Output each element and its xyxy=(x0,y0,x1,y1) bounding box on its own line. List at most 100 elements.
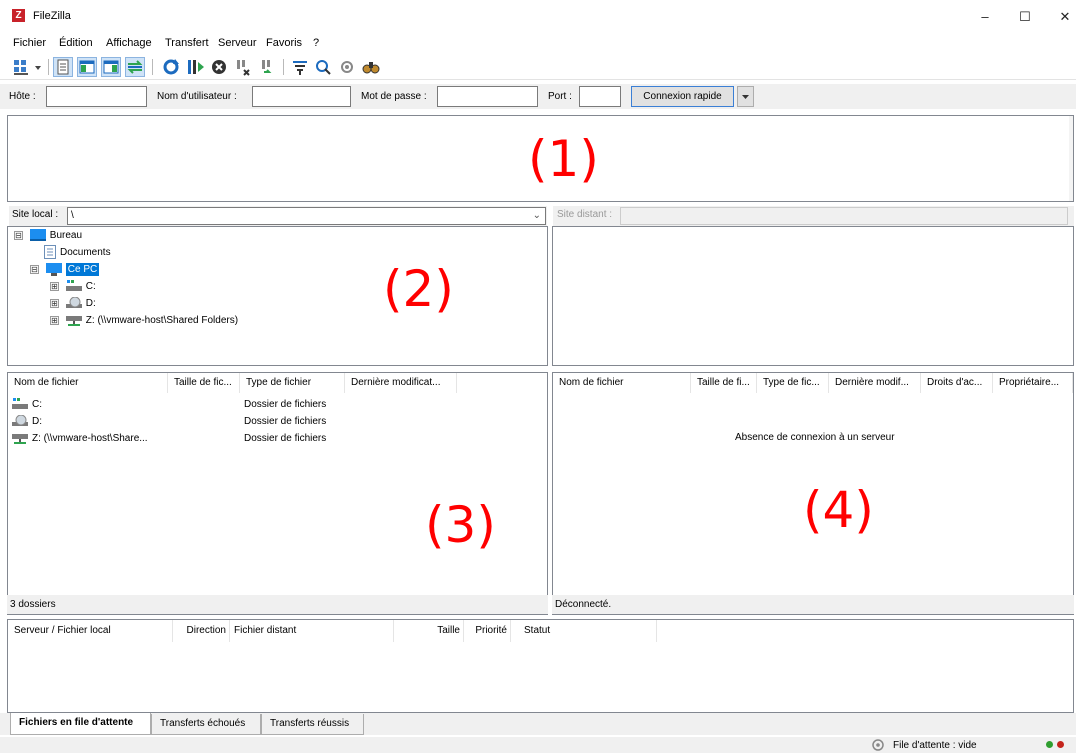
not-connected-message: Absence de connexion à un serveur xyxy=(735,432,895,443)
menu-fichier[interactable]: Fichier xyxy=(13,37,46,49)
queue-column-status[interactable]: Statut xyxy=(511,620,657,642)
queue-column-remote-file[interactable]: Fichier distant xyxy=(230,620,394,642)
file-name: D: xyxy=(32,416,42,427)
file-name: Z: (\\vmware-host\Share... xyxy=(32,433,148,444)
quickconnect-history-dropdown[interactable] xyxy=(737,86,754,107)
queue-column-priority[interactable]: Priorité xyxy=(464,620,511,642)
tree-item-documents[interactable]: Documents xyxy=(44,245,111,261)
tree-item-bureau[interactable]: ⊟ Bureau xyxy=(14,228,82,244)
directory-filter-icon[interactable] xyxy=(290,57,310,77)
port-label: Port : xyxy=(548,91,572,102)
annotation-4: (4) xyxy=(803,481,874,539)
local-path-combo[interactable]: \ ⌄ xyxy=(67,207,546,225)
toolbar-separator xyxy=(48,59,49,75)
local-tree-panel[interactable]: ⊟ Bureau Documents ⊟ Ce PC ⊞ C: ⊞ D: ⊞ Z… xyxy=(7,226,548,366)
remote-tree-panel[interactable] xyxy=(552,226,1074,366)
window-title: FileZilla xyxy=(33,10,71,22)
network-drive-icon xyxy=(65,316,82,327)
column-header-modified[interactable]: Dernière modif... xyxy=(829,373,921,393)
queue-column-size[interactable]: Taille xyxy=(394,620,464,642)
quickconnect-bar: Hôte : Nom d'utilisateur : Mot de passe … xyxy=(0,84,1076,109)
minimize-button[interactable]: – xyxy=(965,6,1005,28)
tree-item-label: Documents xyxy=(60,247,111,258)
menu-affichage[interactable]: Affichage xyxy=(106,37,152,49)
file-name: C: xyxy=(32,399,42,410)
reconnect-icon[interactable] xyxy=(257,57,277,77)
file-row[interactable]: D: xyxy=(12,413,42,430)
tree-item-label: Z: (\\vmware-host\Shared Folders) xyxy=(85,315,239,326)
menu-bar: Fichier Édition Affichage Transfert Serv… xyxy=(0,37,1076,53)
disconnect-icon[interactable] xyxy=(233,57,253,77)
column-header-type[interactable]: Type de fichier xyxy=(240,373,345,393)
maximize-button[interactable]: ☐ xyxy=(1005,6,1045,28)
expand-icon[interactable]: ⊞ xyxy=(50,281,59,291)
chevron-down-icon[interactable]: ⌄ xyxy=(533,208,541,224)
queue-column-direction[interactable]: Direction xyxy=(173,620,230,642)
cancel-icon[interactable] xyxy=(209,57,229,77)
expand-icon[interactable]: ⊞ xyxy=(50,315,59,325)
username-label: Nom d'utilisateur : xyxy=(157,91,237,102)
sync-browse-icon[interactable] xyxy=(337,57,357,77)
column-header-owner[interactable]: Propriétaire... xyxy=(993,373,1073,393)
collapse-icon[interactable]: ⊟ xyxy=(30,264,39,274)
tab-successful-transfers[interactable]: Transferts réussis xyxy=(261,714,364,735)
local-status-strip: 3 dossiers xyxy=(7,595,548,614)
menu-serveur[interactable]: Serveur xyxy=(218,37,257,49)
drive-c-icon xyxy=(12,398,28,410)
transfer-queue[interactable]: Serveur / Fichier local Direction Fichie… xyxy=(7,619,1074,713)
tree-item-drive-z[interactable]: ⊞ Z: (\\vmware-host\Shared Folders) xyxy=(50,313,238,329)
toggle-queue-icon[interactable] xyxy=(125,57,145,77)
column-header-name[interactable]: Nom de fichier xyxy=(8,373,168,393)
tree-item-drive-c[interactable]: ⊞ C: xyxy=(50,279,96,295)
network-drive-icon xyxy=(12,434,28,445)
tree-item-drive-d[interactable]: ⊞ D: xyxy=(50,296,96,312)
queue-status-text: File d'attente : vide xyxy=(893,740,977,751)
drive-c-icon xyxy=(65,280,82,292)
column-header-size[interactable]: Taille de fic... xyxy=(168,373,240,393)
cd-drive-icon xyxy=(65,297,82,309)
toggle-remote-tree-icon[interactable] xyxy=(101,57,121,77)
tab-queued-files[interactable]: Fichiers en file d'attente xyxy=(10,713,151,735)
tab-failed-transfers[interactable]: Transferts échoués xyxy=(151,714,261,735)
expand-icon[interactable]: ⊞ xyxy=(50,298,59,308)
file-row[interactable]: Z: (\\vmware-host\Share... xyxy=(12,430,148,447)
remote-site-bar: Site distant : xyxy=(553,206,1074,226)
column-header-type[interactable]: Type de fic... xyxy=(757,373,829,393)
toggle-local-tree-icon[interactable] xyxy=(77,57,97,77)
queue-column-server-local[interactable]: Serveur / Fichier local xyxy=(8,620,173,642)
file-row[interactable]: C: xyxy=(12,396,42,413)
menu-favoris[interactable]: Favoris xyxy=(266,37,302,49)
local-file-list[interactable]: Nom de fichier Taille de fic... Type de … xyxy=(7,372,548,615)
compare-directories-icon[interactable] xyxy=(313,57,333,77)
menu-edition[interactable]: Édition xyxy=(59,37,93,49)
username-input[interactable] xyxy=(252,86,351,107)
menu-help[interactable]: ? xyxy=(313,37,319,49)
menu-transfert[interactable]: Transfert xyxy=(165,37,209,49)
column-header-name[interactable]: Nom de fichier xyxy=(553,373,691,393)
search-files-icon[interactable] xyxy=(361,57,381,77)
tree-item-label: C: xyxy=(85,281,96,292)
host-input[interactable] xyxy=(46,86,147,107)
status-bar: File d'attente : vide xyxy=(0,737,1076,753)
password-input[interactable] xyxy=(437,86,538,107)
annotation-2: (2) xyxy=(383,260,454,318)
toggle-message-log-icon[interactable] xyxy=(53,57,73,77)
port-input[interactable] xyxy=(579,86,621,107)
documents-icon xyxy=(44,245,56,260)
toolbar-separator xyxy=(283,59,284,75)
remote-path-combo[interactable] xyxy=(620,207,1068,225)
local-site-bar: Site local : \ ⌄ xyxy=(9,206,547,226)
column-header-permissions[interactable]: Droits d'ac... xyxy=(921,373,993,393)
remote-status-strip: Déconnecté. xyxy=(552,595,1074,614)
desktop-icon xyxy=(29,229,46,242)
process-queue-icon[interactable] xyxy=(185,57,205,77)
quickconnect-button[interactable]: Connexion rapide xyxy=(631,86,734,107)
column-header-size[interactable]: Taille de fi... xyxy=(691,373,757,393)
tree-item-ce-pc[interactable]: ⊟ Ce PC xyxy=(30,262,100,278)
collapse-icon[interactable]: ⊟ xyxy=(14,230,23,240)
refresh-icon[interactable] xyxy=(161,57,181,77)
close-button[interactable]: ✕ xyxy=(1045,6,1076,28)
site-manager-icon[interactable] xyxy=(12,57,42,77)
message-log-scrollbar[interactable] xyxy=(1069,116,1073,201)
column-header-modified[interactable]: Dernière modificat... xyxy=(345,373,457,393)
